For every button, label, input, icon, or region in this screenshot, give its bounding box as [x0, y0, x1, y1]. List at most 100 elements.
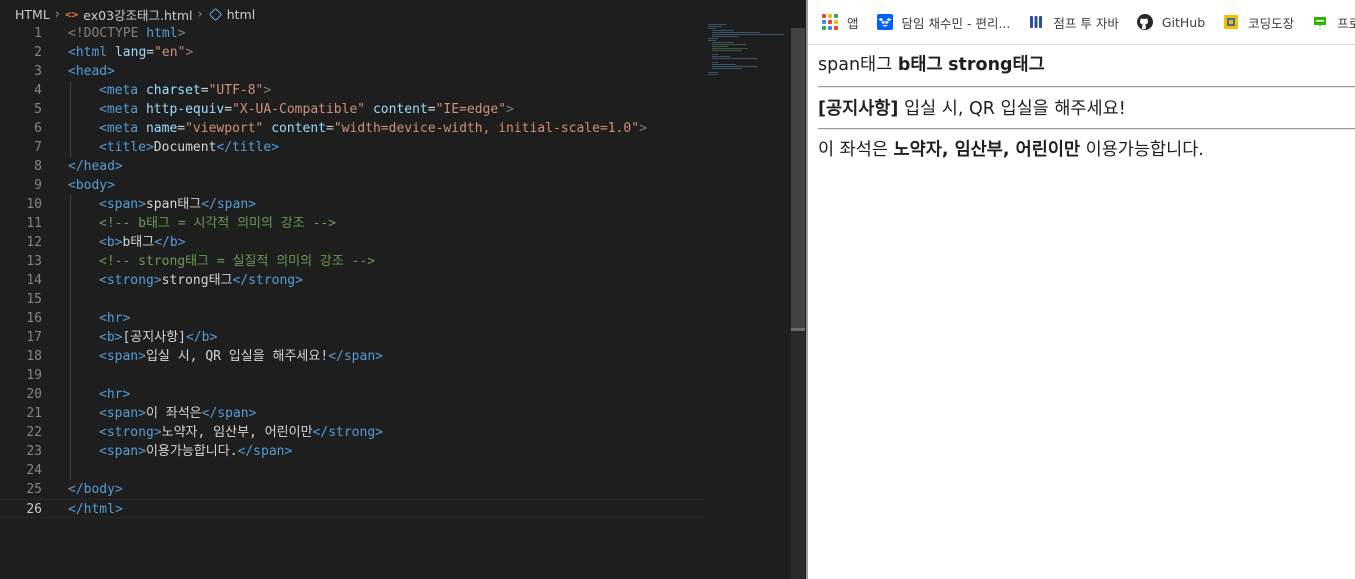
bookmark-label: 점프 투 자바 [1053, 15, 1119, 31]
code-area[interactable]: 1 <!DOCTYPE html> 2 <html lang="en"> 3 <hea… [0, 24, 705, 518]
page-line-2: [공지사항] 입실 시, QR 입실을 해주세요! [818, 98, 1355, 120]
code-text: <meta name="viewport" content="width=dev… [99, 121, 647, 136]
code-text: <b>[공지사항]</b> [99, 330, 218, 345]
bookmark-label: 앱 [847, 15, 859, 31]
code-line: 1 <!DOCTYPE html> [0, 24, 705, 43]
bookmark-wikidocs[interactable]: 점프 투 자바 [1028, 13, 1119, 32]
code-line: 10 <span>span태그</span> [0, 195, 705, 214]
code-line: 25 </body> [0, 480, 705, 499]
code-line: 15 [0, 290, 705, 309]
code-line: 13 <!-- strong태그 = 실질적 의미의 강조 --> [0, 252, 705, 271]
code-text: </body> [68, 482, 123, 497]
github-icon [1136, 14, 1153, 30]
symbol-element-icon [208, 7, 222, 21]
line-number: 21 [26, 406, 42, 421]
code-text: <span>이 좌석은</span> [99, 406, 257, 421]
code-text: <!DOCTYPE html> [68, 26, 186, 41]
minimap[interactable] [708, 24, 792, 76]
codingdojang-icon [1223, 14, 1239, 30]
code-line: 21 <span>이 좌석은</span> [0, 404, 705, 423]
span-text: span태그 [818, 55, 893, 75]
line-number: 18 [26, 349, 42, 364]
line-number: 19 [26, 368, 42, 383]
bold-text: b태그 [897, 55, 943, 75]
line-number: 2 [34, 45, 42, 60]
line-number: 12 [26, 235, 42, 250]
code-line: 14 <strong>strong태그</strong> [0, 271, 705, 290]
notice-span-text: 입실 시, QR 입실을 해주세요! [903, 99, 1126, 119]
line-number: 4 [34, 83, 42, 98]
line-number: 23 [26, 444, 42, 459]
bookmark-apps[interactable]: 앱 [822, 13, 859, 32]
horizontal-rule [818, 86, 1355, 88]
line-number: 1 [34, 26, 42, 41]
line-number: 17 [26, 330, 42, 345]
code-line: 9 <body> [0, 176, 705, 195]
line-number: 22 [26, 425, 42, 440]
code-line: 11 <!-- b태그 = 시각적 의미의 강조 --> [0, 214, 705, 233]
span-text: 이용가능합니다. [1085, 140, 1204, 160]
code-text: <span>입실 시, QR 입실을 해주세요!</span> [99, 349, 383, 364]
code-text: <meta charset="UTF-8"> [99, 83, 272, 98]
breadcrumb-symbol[interactable]: html [208, 7, 255, 22]
code-line: 8 </head> [0, 157, 705, 176]
bookmark-codingdojang[interactable]: 코딩도장 [1223, 13, 1294, 32]
code-line: 3 <head> [0, 62, 705, 81]
code-text: <body> [68, 178, 115, 193]
line-number: 20 [26, 387, 42, 402]
code-text: <hr> [99, 311, 131, 326]
code-text: <span>이용가능합니다.</span> [99, 444, 293, 459]
page-line-3: 이 좌석은 노약자, 임산부, 어린이만 이용가능합니다. [818, 139, 1355, 161]
code-text: <!-- strong태그 = 실질적 의미의 강조 --> [99, 254, 376, 269]
code-text: <b>b태그</b> [99, 235, 186, 250]
code-line: 5 <meta http-equiv="X-UA-Compatible" cont… [0, 100, 705, 119]
strong-text: strong태그 [948, 55, 1045, 75]
notice-bold-text: [공지사항] [818, 99, 899, 119]
code-line-current: 26 </html> [0, 499, 705, 518]
code-line: 4 <meta charset="UTF-8"> [0, 81, 705, 100]
code-line: 18 <span>입실 시, QR 입실을 해주세요!</span> [0, 347, 705, 366]
chevron-right-icon: › [197, 6, 203, 22]
horizontal-rule [818, 128, 1355, 130]
code-editor[interactable]: HTML › <> ex03강조태그.html › html 1 <!DOCTYPE… [0, 0, 805, 579]
bookmark-label: 프로그 [1337, 15, 1355, 31]
code-line: 2 <html lang="en"> [0, 43, 705, 62]
code-line: 17 <b>[공지사항]</b> [0, 328, 705, 347]
code-text: <strong>strong태그</strong> [99, 273, 303, 288]
bookmark-label: 담임 채수민 - 편리... [901, 15, 1011, 31]
scrollbar-cursor-marker [791, 328, 805, 331]
line-number: 7 [34, 140, 42, 155]
bookmark-label: GitHub [1161, 14, 1206, 30]
line-number: 14 [26, 273, 42, 288]
bookmark-dropbox[interactable]: 담임 채수민 - 편리... [876, 13, 1011, 32]
code-text: <strong>노약자, 임산부, 어린이만</strong> [99, 425, 383, 440]
breadcrumb-file[interactable]: <> ex03강조태그.html [65, 5, 192, 24]
vertical-scrollbar[interactable] [791, 28, 805, 579]
browser-preview: 앱 담임 채수민 - 편리... 점프 투 자바 GitHub 코딩도장 프 s… [806, 0, 1355, 579]
line-number: 25 [26, 482, 42, 497]
line-number: 15 [26, 292, 42, 307]
strong-text: 노약자, 임산부, 어린이만 [893, 140, 1081, 160]
code-text: <span>span태그</span> [99, 197, 256, 212]
line-number: 3 [34, 64, 42, 79]
apps-grid-icon [822, 14, 838, 30]
rendered-page: span태그 b태그 strong태그 [공지사항] 입실 시, QR 입실을 … [808, 44, 1355, 161]
code-text: <html lang="en"> [68, 45, 194, 60]
breadcrumb-language[interactable]: HTML [15, 7, 50, 22]
code-line: 19 [0, 366, 705, 385]
code-line: 12 <b>b태그</b> [0, 233, 705, 252]
line-number: 5 [34, 102, 42, 117]
scrollbar-thumb[interactable] [791, 28, 805, 329]
blog-icon [1312, 14, 1328, 30]
bookmark-github[interactable]: GitHub [1136, 14, 1206, 30]
bookmark-blog[interactable]: 프로그 [1312, 13, 1355, 32]
code-line: 22 <strong>노약자, 임산부, 어린이만</strong> [0, 423, 705, 442]
page-line-1: span태그 b태그 strong태그 [818, 54, 1355, 76]
code-line: 6 <meta name="viewport" content="width=de… [0, 119, 705, 138]
code-text: <head> [68, 64, 115, 79]
wikidocs-icon [1028, 14, 1044, 30]
bookmark-label: 코딩도장 [1248, 15, 1295, 31]
code-line: 24 [0, 461, 705, 480]
span-text: 이 좌석은 [818, 140, 888, 160]
code-text: </head> [68, 159, 123, 174]
